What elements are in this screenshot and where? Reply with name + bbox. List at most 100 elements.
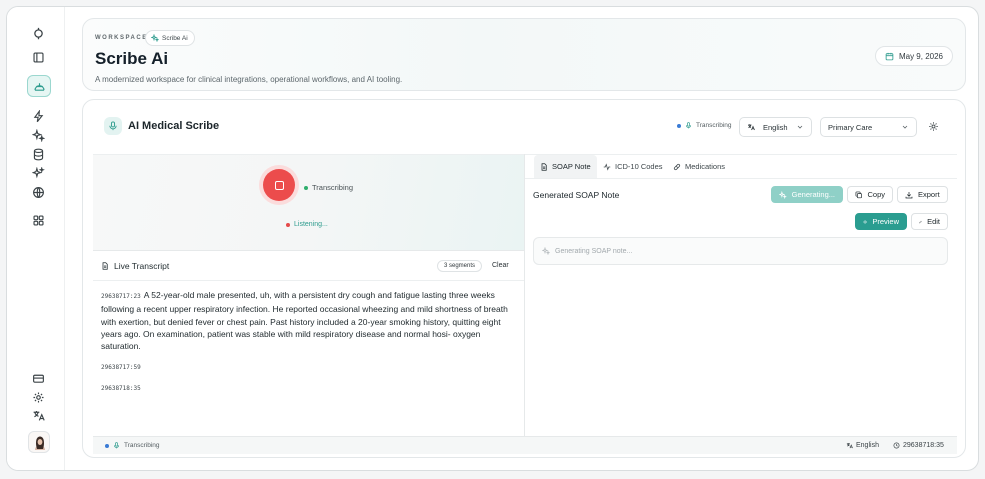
mic-icon: [104, 117, 122, 135]
entry-timestamp: 29638717:59: [101, 364, 141, 372]
generating-label: Generating...: [791, 190, 835, 199]
preview-label: Preview: [872, 217, 899, 226]
tab-label: Medications: [685, 162, 726, 171]
transcript-header: Live Transcript 3 segments Clear: [93, 251, 525, 281]
entry-timestamp: 29638718:35: [101, 385, 141, 393]
segment-count-badge: 3 segments: [437, 260, 483, 272]
clear-transcript-button[interactable]: Clear: [492, 262, 509, 269]
mic-icon: [113, 442, 120, 449]
footer-timer: 29638718:35: [893, 442, 944, 449]
sparkle-icon: [151, 34, 159, 42]
stop-recording-button[interactable]: [263, 169, 295, 201]
footer-time-label: 29638718:35: [903, 442, 944, 449]
translate-icon: [846, 443, 853, 449]
activity-icon: [603, 162, 611, 171]
transcript-entry: 29638718:35: [101, 381, 519, 394]
mic-icon: [685, 122, 692, 129]
scribe-settings-button[interactable]: [928, 121, 940, 133]
footer-status: Transcribing: [105, 442, 160, 449]
pencil-icon: [919, 220, 922, 223]
panel-icon[interactable]: [26, 45, 50, 69]
export-button[interactable]: Export: [897, 186, 948, 203]
page-subtitle: A modernized workspace for clinical inte…: [95, 75, 403, 84]
workspace-chip-label: Scribe Ai: [162, 34, 188, 42]
clock-icon: [893, 442, 900, 449]
tab-icd-codes[interactable]: ICD-10 Codes: [597, 155, 669, 178]
scribe-status-label: Transcribing: [696, 122, 732, 129]
dashboard-icon[interactable]: [27, 75, 51, 97]
date-label: May 9, 2026: [898, 51, 943, 61]
sparkle-icon: [542, 247, 550, 255]
sparkle-icon: [779, 190, 787, 199]
translate-icon: [748, 124, 755, 131]
listening-indicator: Listening...: [286, 221, 328, 228]
entry-text: A 52-year-old male presented, uh, with a…: [101, 290, 508, 352]
export-label: Export: [918, 190, 940, 199]
status-dot: [105, 443, 109, 448]
footer-status-label: Transcribing: [124, 442, 160, 449]
tab-label: ICD-10 Codes: [615, 162, 663, 171]
footer-language-label: English: [856, 442, 879, 449]
document-icon: [541, 162, 547, 171]
specialty-value: Primary Care: [828, 122, 873, 132]
workspace-header: WORKSPACE Scribe Ai Scribe Ai A moderniz…: [82, 18, 966, 91]
transcript-body: 29638717:23 A 52-year-old male presented,…: [101, 289, 519, 394]
sidebar: [7, 7, 65, 470]
scribe-status: Transcribing: [677, 122, 732, 129]
calendar-icon: [885, 52, 894, 60]
transcript-title-label: Live Transcript: [114, 261, 170, 271]
listening-dot: [286, 222, 290, 227]
scribe-header: AI Medical Scribe Transcribing English P…: [83, 100, 965, 146]
record-halo: [259, 165, 299, 205]
workspace-label: WORKSPACE: [95, 35, 148, 41]
edit-button[interactable]: Edit: [911, 213, 948, 230]
chevron-down-icon: [902, 125, 908, 129]
scribe-card: AI Medical Scribe Transcribing English P…: [82, 99, 966, 458]
recorder-state-label: Transcribing: [312, 183, 353, 192]
transcript-panel: Transcribing Listening... Live Transcrip…: [93, 154, 525, 436]
date-pill[interactable]: May 9, 2026: [874, 46, 953, 66]
preview-button[interactable]: Preview: [855, 213, 907, 230]
soap-panel: SOAP Note ICD-10 Codes Medications Gener…: [525, 154, 957, 436]
language-select[interactable]: English: [739, 117, 812, 137]
listening-label: Listening...: [294, 221, 328, 228]
edit-label: Edit: [927, 217, 940, 226]
document-icon: [102, 262, 108, 270]
scribe-title: AI Medical Scribe: [128, 120, 220, 132]
status-bar: Transcribing English 29638718:35: [93, 436, 957, 454]
download-icon: [905, 191, 913, 198]
soap-tabs: SOAP Note ICD-10 Codes Medications: [525, 155, 957, 179]
translate-icon[interactable]: [26, 403, 50, 427]
grid-icon[interactable]: [26, 208, 50, 232]
brand-icon[interactable]: [26, 21, 50, 45]
generating-button[interactable]: Generating...: [771, 186, 843, 203]
transcript-entry: 29638717:23 A 52-year-old male presented,…: [101, 289, 519, 352]
page-title: Scribe Ai: [95, 49, 169, 68]
transcript-entry: 29638717:59: [101, 360, 519, 373]
soap-placeholder: Generating SOAP note...: [555, 247, 633, 255]
soap-output: Generating SOAP note...: [533, 237, 948, 265]
copy-label: Copy: [867, 190, 885, 199]
tab-label: SOAP Note: [552, 162, 591, 171]
pill-icon: [673, 163, 681, 170]
globe-icon[interactable]: [26, 180, 50, 204]
workspace-chip[interactable]: Scribe Ai: [145, 30, 195, 46]
transcript-title: Live Transcript: [101, 261, 169, 271]
eye-icon: [863, 220, 868, 223]
stop-icon: [274, 180, 284, 190]
entry-timestamp: 29638717:23: [101, 293, 141, 300]
chevron-down-icon: [797, 125, 802, 129]
tab-soap-note[interactable]: SOAP Note: [534, 155, 597, 178]
app-window: WORKSPACE Scribe Ai Scribe Ai A moderniz…: [6, 6, 979, 471]
avatar[interactable]: [28, 431, 50, 453]
copy-button[interactable]: Copy: [847, 186, 893, 203]
status-dot: [677, 123, 681, 128]
tab-medications[interactable]: Medications: [667, 155, 731, 178]
state-dot: [304, 185, 308, 190]
footer-language: English: [846, 442, 879, 449]
recorder-state: Transcribing: [304, 183, 353, 192]
gear-icon: [929, 122, 938, 131]
specialty-select[interactable]: Primary Care: [820, 117, 917, 137]
recorder: Transcribing Listening...: [93, 155, 525, 251]
soap-title: Generated SOAP Note: [533, 190, 620, 200]
